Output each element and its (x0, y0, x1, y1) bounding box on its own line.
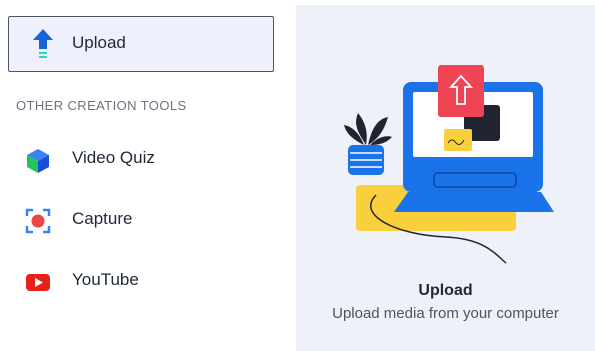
section-title: OTHER CREATION TOOLS (16, 98, 187, 113)
tool-label: Video Quiz (72, 148, 155, 167)
tool-youtube[interactable]: YouTube (18, 264, 268, 298)
tool-label: YouTube (72, 270, 139, 289)
cube-icon (27, 149, 49, 173)
upload-label: Upload (72, 33, 126, 52)
tool-video-quiz[interactable]: Video Quiz (18, 142, 268, 176)
preview-title: Upload (418, 282, 473, 299)
upload-option[interactable]: Upload (8, 16, 274, 72)
tool-label: Capture (72, 209, 133, 228)
upload-illustration (344, 65, 554, 264)
tool-capture[interactable]: Capture (18, 203, 268, 237)
preview-panel: Upload Upload media from your computer (296, 5, 595, 351)
upload-arrow-icon (33, 29, 53, 58)
preview-subtitle: Upload media from your computer (332, 305, 559, 322)
creation-sidebar: Upload OTHER CREATION TOOLS Video Quiz C… (0, 0, 285, 351)
capture-icon (25, 208, 51, 234)
youtube-icon (26, 274, 50, 291)
